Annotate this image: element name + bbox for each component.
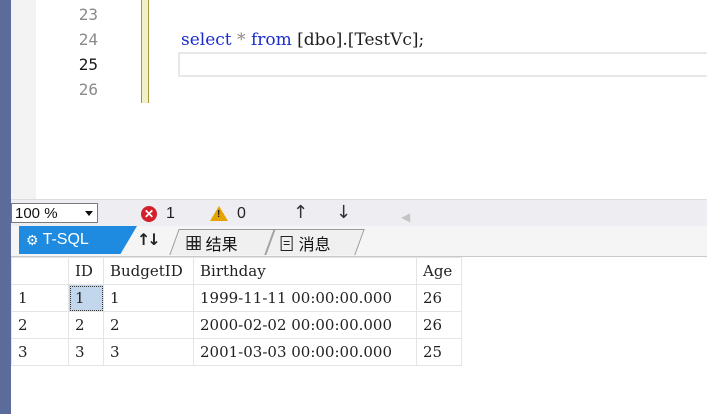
grid-cell[interactable]: 26 xyxy=(416,311,462,339)
keyword-select: select xyxy=(181,30,232,50)
line-number: 26 xyxy=(78,80,98,99)
document-icon xyxy=(280,235,293,250)
line-number: 23 xyxy=(78,5,98,24)
grid-cell[interactable]: 2000-02-02 00:00:00.000 xyxy=(193,311,417,339)
table-row: 3 3 3 2001-03-03 00:00:00.000 25 xyxy=(11,338,462,366)
line-number: 24 xyxy=(78,30,98,49)
column-header-birthday[interactable]: Birthday xyxy=(193,257,417,285)
zoom-value: 100 % xyxy=(15,205,58,222)
grid-cell[interactable]: 2 xyxy=(68,311,104,339)
change-tracking-bar xyxy=(141,0,149,103)
column-header-age[interactable]: Age xyxy=(416,257,462,285)
results-grid: ID BudgetID Birthday Age 1 1 1 1999-11-1… xyxy=(11,257,462,366)
arrow-up-icon[interactable]: ↑ xyxy=(293,202,308,224)
tab-messages[interactable]: 消息 xyxy=(265,229,365,255)
current-line-highlight[interactable] xyxy=(178,52,707,77)
grid-cell[interactable]: 1999-11-11 00:00:00.000 xyxy=(193,284,417,312)
tsql-icon: ⚙ xyxy=(26,231,39,248)
error-count[interactable]: ✕ 1 xyxy=(141,203,175,224)
row-number-cell[interactable]: 2 xyxy=(11,311,69,339)
error-count-value: 1 xyxy=(166,205,175,222)
row-number-cell[interactable]: 1 xyxy=(11,284,69,312)
zoom-dropdown[interactable]: 100 % xyxy=(11,203,98,223)
warning-count-value: 0 xyxy=(237,205,246,222)
chevron-down-icon[interactable] xyxy=(85,211,93,216)
arrow-down-icon[interactable]: ↓ xyxy=(336,202,351,224)
grid-header-row: ID BudgetID Birthday Age xyxy=(11,257,462,285)
grid-cell[interactable]: 26 xyxy=(416,284,462,312)
scroll-left-icon[interactable]: ◀ xyxy=(401,206,410,228)
column-header-budgetid[interactable]: BudgetID xyxy=(103,257,194,285)
tab-tsql[interactable]: ⚙ T-SQL xyxy=(19,226,137,254)
warning-icon: ! xyxy=(210,206,228,221)
grid-cell[interactable]: 2001-03-03 00:00:00.000 xyxy=(193,338,417,366)
table-row: 1 1 1 1999-11-11 00:00:00.000 26 xyxy=(11,284,462,312)
left-window-strip xyxy=(0,0,11,414)
grid-cell[interactable]: 2 xyxy=(103,311,194,339)
table-row: 2 2 2 2000-02-02 00:00:00.000 26 xyxy=(11,311,462,339)
line-number-current: 25 xyxy=(78,55,98,74)
row-number-cell[interactable]: 3 xyxy=(11,338,69,366)
tab-messages-label: 消息 xyxy=(298,236,331,254)
editor-gutter xyxy=(11,0,36,199)
grid-cell-selected[interactable]: 1 xyxy=(68,284,104,312)
warning-count[interactable]: ! 0 xyxy=(210,203,246,224)
grid-cell[interactable]: 1 xyxy=(103,284,194,312)
query-editor[interactable]: 23 24 25 26 select * from [dbo].[TestVc]… xyxy=(11,0,707,199)
keyword-from: from xyxy=(250,30,292,50)
star-operator: * xyxy=(237,30,246,50)
code-line-24[interactable]: select * from [dbo].[TestVc]; xyxy=(181,28,424,53)
grid-icon xyxy=(186,235,201,250)
error-icon: ✕ xyxy=(141,205,157,222)
column-header-id[interactable]: ID xyxy=(68,257,104,285)
tab-results-label: 结果 xyxy=(205,236,238,254)
grid-cell[interactable]: 3 xyxy=(68,338,104,366)
table-name: [dbo].[TestVc]; xyxy=(297,30,425,50)
results-grid-area[interactable]: ID BudgetID Birthday Age 1 1 1 1999-11-1… xyxy=(11,257,707,414)
editor-status-bar: 100 % ✕ 1 ! 0 ↑ ↓ ◀ xyxy=(11,199,707,227)
tab-tsql-label: T-SQL xyxy=(42,231,89,248)
results-tab-bar: ⚙ T-SQL ↑↓ 结果 消息 xyxy=(11,226,707,257)
tab-results[interactable]: 结果 xyxy=(169,229,275,255)
grid-cell[interactable]: 25 xyxy=(416,338,462,366)
grid-cell[interactable]: 3 xyxy=(103,338,194,366)
sort-icon[interactable]: ↑↓ xyxy=(137,230,161,249)
row-number-header[interactable] xyxy=(11,257,69,285)
